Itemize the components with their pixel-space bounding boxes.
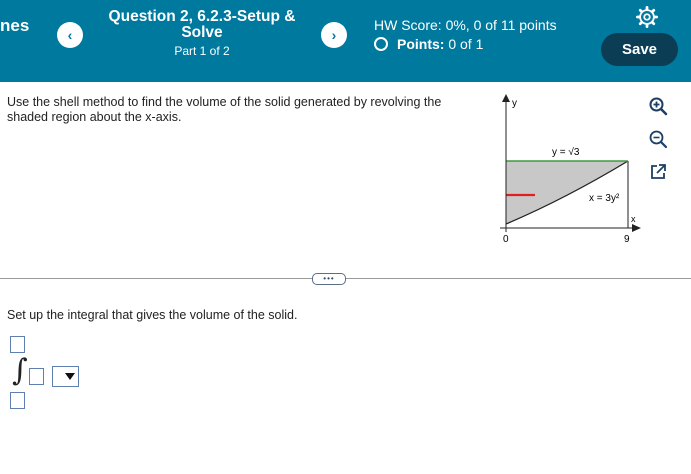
save-button[interactable]: Save (601, 33, 678, 66)
zoom-in-icon[interactable] (648, 96, 668, 116)
points-status: Points: 0 of 1 (374, 36, 483, 52)
region-graph: y x 0 9 y = √3 x = 3y² (500, 94, 641, 245)
integrand-input[interactable] (29, 368, 44, 385)
origin-label: 0 (503, 234, 509, 245)
previous-question-button[interactable]: ‹ (57, 22, 83, 48)
y-axis-label: y (512, 98, 517, 109)
question-instructions: Use the shell method to find the volume … (7, 95, 442, 124)
x-axis-label: x (631, 214, 636, 224)
question-part: Part 1 of 2 (174, 44, 230, 58)
next-question-button[interactable]: › (321, 22, 347, 48)
chevron-left-icon: ‹ (67, 27, 73, 43)
hw-score-text: HW Score: 0%, 0 of 11 points (374, 17, 557, 33)
chevron-right-icon: › (331, 27, 337, 43)
answer-prompt: Set up the integral that gives the volum… (7, 308, 298, 322)
upper-limit-input[interactable] (10, 336, 25, 353)
hw-score: HW Score: 0%, 0 of 11 points (374, 17, 557, 33)
gear-icon[interactable] (636, 6, 658, 28)
x-axis-arrow (632, 224, 641, 232)
expand-button[interactable]: ••• (312, 273, 346, 285)
question-title: Question 2, 6.2.3-Setup & Solve (108, 8, 296, 41)
x-tick-label: 9 (624, 234, 630, 245)
y-axis-arrow (502, 94, 510, 102)
lower-limit-input[interactable] (10, 392, 25, 409)
integral-symbol: ∫ (12, 353, 28, 388)
points-value: 0 of 1 (448, 36, 484, 52)
points-label: Points: (397, 36, 445, 52)
top-bar: nes ‹ Question 2, 6.2.3-Setup & Solve Pa… (0, 0, 691, 82)
app-name: nes (0, 16, 30, 35)
line-label: y = √3 (552, 146, 580, 158)
zoom-out-icon[interactable] (648, 129, 668, 149)
dropdown-arrow-icon (65, 373, 75, 380)
curve-label: x = 3y² (589, 193, 620, 204)
more-dots-icon: ••• (323, 274, 335, 283)
differential-select[interactable] (52, 366, 79, 387)
ring-icon (374, 37, 388, 51)
open-external-icon[interactable] (648, 162, 668, 182)
